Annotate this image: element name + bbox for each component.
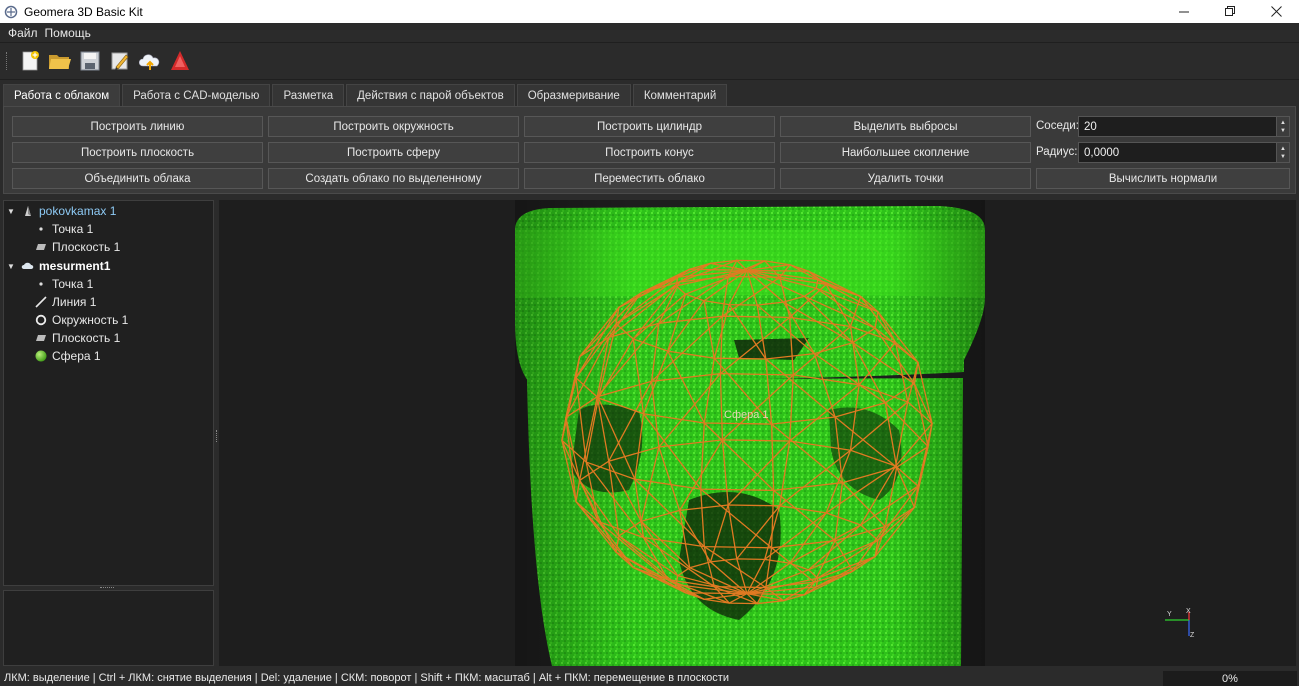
radius-label: Радиус: [1036, 146, 1078, 158]
tab-dimensioning[interactable]: Образмеривание [516, 84, 631, 106]
build-plane-button[interactable]: Построить плоскость [12, 142, 263, 163]
save-icon [80, 51, 100, 71]
line-icon [34, 295, 48, 309]
sphere-label: Сфера 1 [724, 409, 769, 421]
axis-z-label: Z [1190, 632, 1195, 639]
point-cloud-scene[interactable]: Сфера 1 X Y Z [219, 200, 1296, 666]
spin-arrows-icon[interactable]: ▲ ▼ [1276, 143, 1289, 162]
tree-item-label: pokovkamax 1 [39, 204, 117, 218]
create-cloud-from-selection-button[interactable]: Создать облако по выделенному [268, 168, 519, 189]
spin-arrows-icon[interactable]: ▲ ▼ [1276, 117, 1289, 136]
merge-clouds-button[interactable]: Объединить облака [12, 168, 263, 189]
open-folder-button[interactable] [47, 48, 73, 74]
build-line-button[interactable]: Построить линию [12, 116, 263, 137]
status-hint: ЛКМ: выделение | Ctrl + ЛКМ: снятие выде… [4, 672, 729, 684]
menu-bar: Файл Помощь [0, 23, 1299, 43]
tab-comment[interactable]: Комментарий [632, 84, 728, 106]
radius-value[interactable]: 0,0000 [1079, 147, 1276, 159]
tree-item-plane[interactable]: Плоскость 1 [34, 329, 120, 347]
window-title: Geomera 3D Basic Kit [24, 4, 143, 19]
cloud-upload-button[interactable] [137, 48, 163, 74]
tab-markup[interactable]: Разметка [272, 84, 345, 106]
build-sphere-button[interactable]: Построить сферу [268, 142, 519, 163]
app-icon [4, 5, 18, 18]
tab-pair-actions[interactable]: Действия с парой объектов [346, 84, 515, 106]
neighbors-value[interactable]: 20 [1079, 121, 1276, 133]
compute-normals-button[interactable]: Вычислить нормали [1036, 168, 1290, 189]
tree-item-circle[interactable]: Окружность 1 [34, 311, 128, 329]
tree-item-sphere[interactable]: Сфера 1 [34, 347, 101, 365]
close-icon [1270, 6, 1282, 17]
status-bar: ЛКМ: выделение | Ctrl + ЛКМ: снятие выде… [0, 670, 1299, 686]
new-document-button[interactable] [17, 48, 43, 74]
minimize-button[interactable] [1161, 0, 1207, 23]
edit-icon [111, 52, 129, 70]
delete-points-button[interactable]: Удалить точки [780, 168, 1031, 189]
neighbors-label: Соседи: [1036, 120, 1079, 132]
tree-item-pokovkamax[interactable]: ▼ pokovkamax 1 [7, 202, 116, 220]
new-document-icon [22, 51, 39, 71]
collapse-arrow-icon[interactable]: ▼ [7, 262, 17, 271]
view-splitter[interactable] [216, 430, 218, 442]
tree-item-label: Окружность 1 [52, 313, 129, 327]
progress-indicator: 0% [1163, 671, 1297, 686]
properties-panel [3, 590, 214, 666]
restore-button[interactable] [1207, 0, 1253, 23]
tab-cad-model[interactable]: Работа с CAD-моделью [122, 84, 271, 106]
cad-icon [171, 51, 189, 70]
select-outliers-button[interactable]: Выделить выбросы [780, 116, 1031, 137]
build-circle-button[interactable]: Построить окружность [268, 116, 519, 137]
save-button[interactable] [77, 48, 103, 74]
close-button[interactable] [1253, 0, 1299, 23]
menu-help[interactable]: Помощь [43, 26, 96, 40]
tree-item-label: Точка 1 [52, 222, 94, 236]
edit-button[interactable] [107, 48, 133, 74]
tree-item-label: Плоскость 1 [52, 240, 121, 254]
toolbar-grip[interactable] [6, 52, 9, 70]
build-cylinder-button[interactable]: Построить цилиндр [524, 116, 775, 137]
tree-item-point[interactable]: Точка 1 [34, 220, 93, 238]
axis-x-label: X [1186, 608, 1191, 615]
neighbors-spinbox[interactable]: 20 ▲ ▼ [1078, 116, 1290, 137]
point-icon [34, 222, 48, 236]
open-folder-icon [49, 55, 71, 69]
plane-icon [34, 240, 48, 254]
tree-item-label: Точка 1 [52, 277, 94, 291]
sphere-icon [34, 349, 48, 363]
point-icon [34, 277, 48, 291]
toolbar [0, 43, 1299, 80]
cad-model-icon [21, 204, 35, 218]
restore-icon [1224, 6, 1235, 16]
3d-viewport[interactable]: Сфера 1 X Y Z [219, 200, 1296, 666]
cloud-tab-panel: Построить линию Построить окружность Пос… [3, 106, 1296, 194]
tree-item-mesurment[interactable]: ▼ mesurment1 [7, 257, 110, 275]
minimize-icon [1178, 11, 1189, 13]
title-bar: Geomera 3D Basic Kit [0, 0, 1299, 23]
panel-splitter[interactable] [100, 587, 114, 589]
tree-item-line[interactable]: Линия 1 [34, 293, 96, 311]
axes-gizmo: X Y Z [1165, 608, 1195, 639]
tree-item-plane[interactable]: Плоскость 1 [34, 238, 120, 256]
ribbon-tabs: Работа с облаком Работа с CAD-моделью Ра… [3, 84, 729, 107]
plane-icon [34, 331, 48, 345]
cad-button[interactable] [167, 48, 193, 74]
tree-item-label: mesurment1 [39, 259, 111, 273]
tree-item-label: Плоскость 1 [52, 331, 121, 345]
point-cloud-icon [21, 259, 35, 273]
axis-y-label: Y [1167, 611, 1172, 618]
object-tree: ▼ pokovkamax 1 Точка 1 Плоскость 1 ▼ mes… [3, 200, 214, 586]
cloud-upload-icon [138, 54, 160, 70]
tree-item-label: Сфера 1 [52, 349, 101, 363]
radius-spinbox[interactable]: 0,0000 ▲ ▼ [1078, 142, 1290, 163]
tab-cloud[interactable]: Работа с облаком [3, 84, 121, 107]
tree-item-label: Линия 1 [52, 295, 97, 309]
tree-item-point[interactable]: Точка 1 [34, 275, 93, 293]
move-cloud-button[interactable]: Переместить облако [524, 168, 775, 189]
circle-icon [34, 313, 48, 327]
build-cone-button[interactable]: Построить конус [524, 142, 775, 163]
collapse-arrow-icon[interactable]: ▼ [7, 207, 17, 216]
menu-file[interactable]: Файл [0, 26, 43, 40]
largest-cluster-button[interactable]: Наибольшее скопление [780, 142, 1031, 163]
